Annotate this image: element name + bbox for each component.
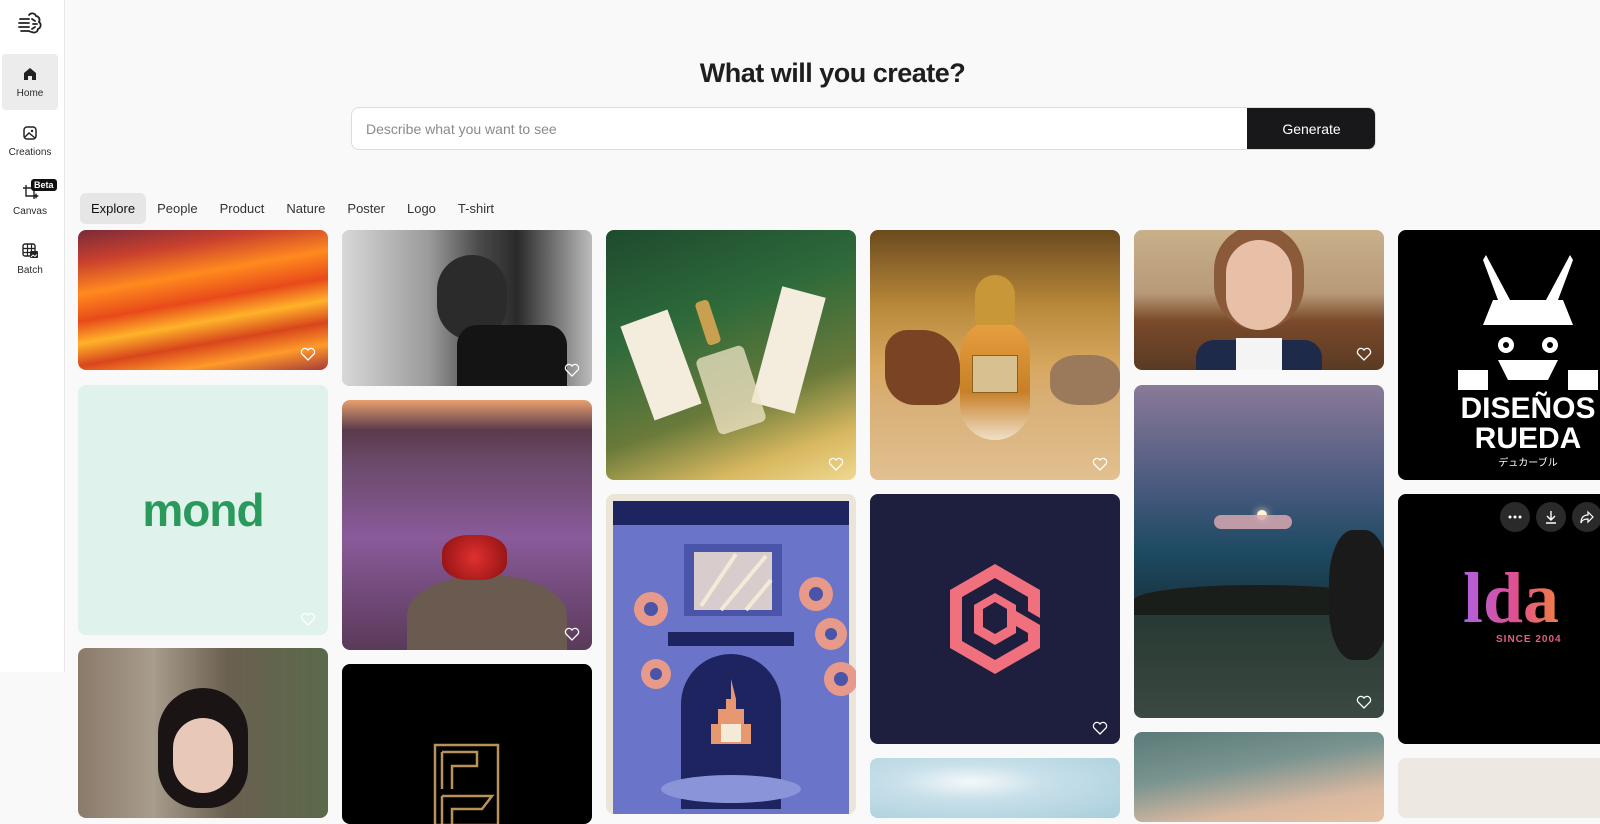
gallery-card-gold-monogram[interactable] xyxy=(342,664,592,824)
gallery-image xyxy=(342,400,592,650)
tab-people[interactable]: People xyxy=(146,193,208,224)
heart-icon[interactable] xyxy=(1092,457,1108,471)
card-hover-actions xyxy=(1500,502,1600,532)
gallery-card-serum-product[interactable] xyxy=(606,230,856,480)
heart-icon[interactable] xyxy=(1356,695,1372,709)
gallery-image xyxy=(1134,385,1384,718)
download-icon xyxy=(1546,511,1556,524)
tab-explore[interactable]: Explore xyxy=(80,193,147,224)
gallery-card-sunset-sky[interactable] xyxy=(1134,732,1384,822)
brain-logo-icon[interactable] xyxy=(16,10,44,38)
tab-tshirt[interactable]: T-shirt xyxy=(447,193,505,224)
gallery-card-oud-perfume[interactable] xyxy=(870,230,1120,480)
generate-button[interactable]: Generate xyxy=(1247,108,1375,149)
sidebar: Home Creations Canvas Beta Batch xyxy=(0,0,65,672)
sidebar-item-batch[interactable]: Batch xyxy=(2,231,58,287)
gallery-card-lda-logo[interactable]: lda SINCE 2004 xyxy=(1398,494,1600,744)
gallery-image xyxy=(870,230,1120,480)
heart-icon[interactable] xyxy=(300,347,316,361)
sidebar-item-label: Batch xyxy=(17,265,43,276)
gallery-image xyxy=(613,501,856,814)
gallery-card-girl-portrait[interactable] xyxy=(78,648,328,818)
gallery-card-fireplace-poster[interactable] xyxy=(606,494,856,814)
tab-product[interactable]: Product xyxy=(209,193,276,224)
category-tabs: Explore People Product Nature Poster Log… xyxy=(80,193,505,224)
gallery-image xyxy=(606,230,856,480)
sidebar-item-creations[interactable]: Creations xyxy=(2,113,58,169)
image-icon xyxy=(23,126,37,140)
gallery-image xyxy=(78,230,328,370)
gallery-image xyxy=(950,564,1040,674)
beta-badge: Beta xyxy=(31,179,57,191)
gallery-card-samurai-tshirt[interactable]: DISEÑOS RUEDA デュカーブル xyxy=(1398,230,1600,480)
mond-logo-text: mond xyxy=(142,484,264,536)
gallery-card-mond-logo[interactable]: mond xyxy=(78,385,328,635)
more-button[interactable] xyxy=(1500,502,1530,532)
tab-logo[interactable]: Logo xyxy=(396,193,447,224)
samurai-line1: DISEÑOS xyxy=(1460,391,1595,425)
more-icon xyxy=(1508,515,1522,519)
share-button[interactable] xyxy=(1572,502,1600,532)
lda-logo-text: lda xyxy=(1463,558,1560,638)
gallery-card-red-perfume[interactable] xyxy=(342,400,592,650)
gallery-card-sky-clouds[interactable] xyxy=(870,758,1120,818)
download-button[interactable] xyxy=(1536,502,1566,532)
lda-tagline: SINCE 2004 xyxy=(1496,634,1562,645)
gallery-image xyxy=(1398,758,1600,818)
gallery-image: DISEÑOS RUEDA デュカーブル xyxy=(1458,255,1598,469)
samurai-line2: RUEDA xyxy=(1475,422,1582,455)
gallery-image xyxy=(433,743,500,824)
gallery-image: mond xyxy=(78,385,328,635)
gallery-card-woman-portrait[interactable] xyxy=(1134,230,1384,370)
heart-icon[interactable] xyxy=(564,627,580,641)
gallery-card-moonlit-field[interactable] xyxy=(1134,385,1384,718)
page-title: What will you create? xyxy=(699,58,966,88)
sidebar-item-label: Canvas xyxy=(13,206,47,217)
gallery-image xyxy=(1134,230,1384,370)
grid-image-icon xyxy=(22,243,38,258)
tab-nature[interactable]: Nature xyxy=(275,193,336,224)
gallery-card-blank-beige[interactable] xyxy=(1398,758,1600,818)
gallery-card-hexagon-logo[interactable] xyxy=(870,494,1120,744)
prompt-bar: Generate xyxy=(351,107,1376,150)
share-icon xyxy=(1580,510,1594,524)
gallery-card-bw-man-portrait[interactable] xyxy=(342,230,592,386)
gallery-image xyxy=(78,648,328,818)
gallery-image xyxy=(1134,732,1384,822)
heart-icon[interactable] xyxy=(1356,347,1372,361)
gallery-image xyxy=(342,230,592,386)
samurai-sub: デュカーブル xyxy=(1498,456,1557,469)
sidebar-item-label: Creations xyxy=(8,147,52,158)
heart-icon[interactable] xyxy=(564,363,580,377)
gallery-card-sunset-clouds[interactable] xyxy=(78,230,328,370)
heart-icon[interactable] xyxy=(1092,721,1108,735)
heart-icon[interactable] xyxy=(300,612,316,626)
tab-poster[interactable]: Poster xyxy=(336,193,396,224)
sidebar-item-label: Home xyxy=(16,88,44,99)
gallery-image xyxy=(870,758,1120,818)
prompt-input[interactable] xyxy=(352,108,1247,149)
heart-icon[interactable] xyxy=(828,457,844,471)
